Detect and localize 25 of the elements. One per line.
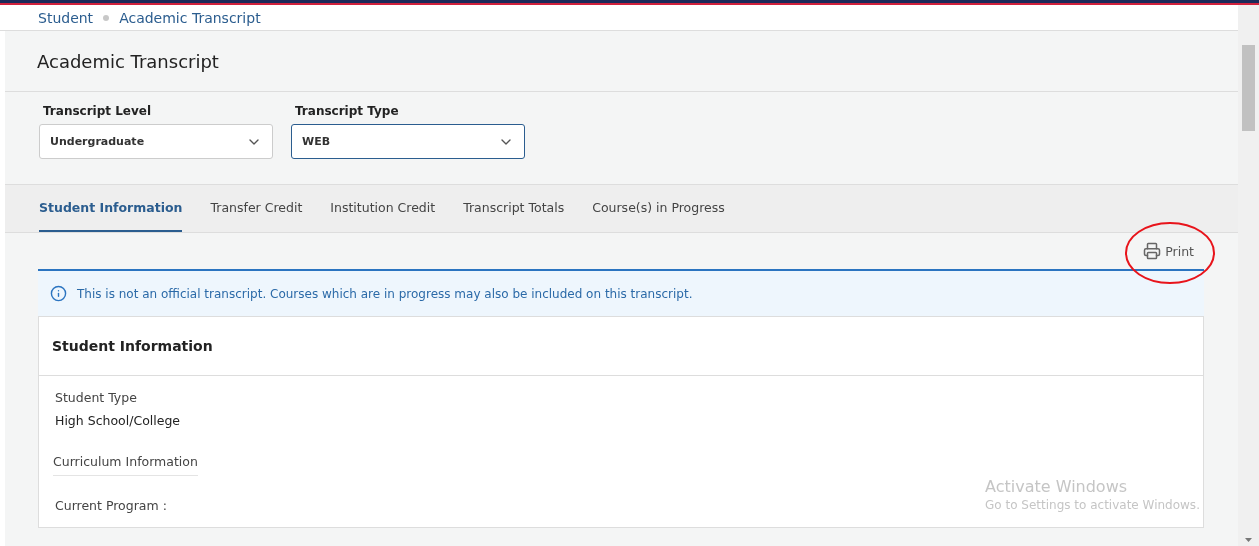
- tab[interactable]: Course(s) in Progress: [592, 185, 725, 232]
- field-label: Transcript Level: [42, 104, 153, 118]
- print-button[interactable]: Print: [1143, 242, 1194, 260]
- activation-title: Activate Windows: [985, 477, 1129, 496]
- field-label: Transcript Type: [294, 104, 400, 118]
- field-value: High School/College: [54, 413, 181, 428]
- page-title: Academic Transcript: [37, 50, 219, 72]
- printer-icon: [1143, 242, 1162, 260]
- field-label: Current Program :: [54, 498, 167, 513]
- card-title: Student Information: [52, 338, 213, 354]
- scrollbar[interactable]: [1238, 5, 1259, 546]
- separator-dot-icon: [103, 14, 110, 21]
- tab[interactable]: Transcript Totals: [463, 185, 565, 232]
- breadcrumb-link[interactable]: Student: [38, 9, 94, 26]
- tab[interactable]: Transfer Credit: [210, 185, 303, 232]
- info-icon: [50, 285, 67, 302]
- tab[interactable]: Institution Credit: [330, 185, 436, 232]
- tab[interactable]: Student Information: [39, 185, 183, 232]
- activation-text: Go to Settings to activate Windows.: [985, 498, 1200, 512]
- field-label: Student Type: [54, 390, 137, 405]
- section-heading: Curriculum Information: [53, 454, 198, 476]
- dropdown[interactable]: Undergraduate: [39, 124, 273, 159]
- breadcrumb-link[interactable]: Academic Transcript: [119, 9, 261, 26]
- dropdown[interactable]: WEB: [291, 124, 525, 159]
- notice-text: This is not an official transcript. Courses which are in progress may also be included on this transcript.: [77, 286, 693, 301]
